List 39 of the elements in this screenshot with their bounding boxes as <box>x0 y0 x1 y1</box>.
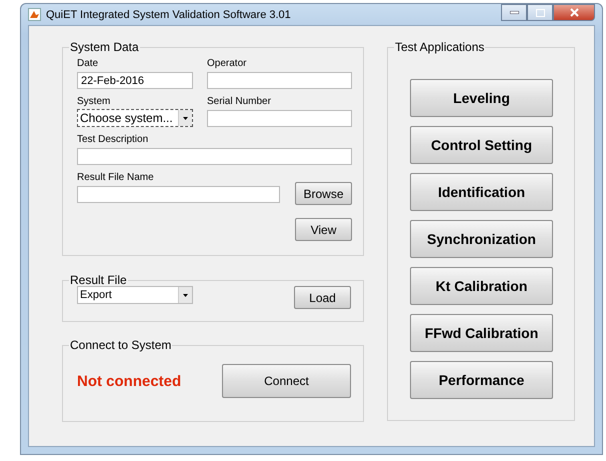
close-icon <box>570 8 578 17</box>
load-button[interactable]: Load <box>294 286 351 309</box>
test-application-button[interactable]: Synchronization <box>410 220 553 258</box>
field-label: Date <box>77 58 100 70</box>
panel-title: Test Applications <box>394 40 486 54</box>
connection-status: Not connected <box>77 372 182 390</box>
field-label: System <box>77 96 112 108</box>
dropdown-arrow-icon <box>183 294 188 296</box>
system-dropdown[interactable]: Choose system... <box>77 109 193 127</box>
date-field[interactable]: 22-Feb-2016 <box>77 72 193 89</box>
serial-number-field[interactable] <box>207 110 352 127</box>
field-label: Serial Number <box>207 96 272 108</box>
test-application-button[interactable]: Kt Calibration <box>410 267 553 305</box>
test-description-field[interactable] <box>77 148 352 165</box>
view-button[interactable]: View <box>295 218 352 241</box>
operator-field[interactable] <box>207 72 352 89</box>
result-file-dropdown[interactable]: Export <box>77 286 193 304</box>
field-label: Result File Name <box>77 172 155 184</box>
result-file-name-field[interactable] <box>77 186 280 203</box>
panel-title: Result File <box>69 273 128 287</box>
panel-title: System Data <box>69 40 140 54</box>
close-button[interactable] <box>553 4 595 21</box>
browse-button[interactable]: Browse <box>295 182 352 205</box>
app-icon <box>28 8 41 21</box>
panel-title: Connect to System <box>69 338 172 352</box>
test-application-button[interactable]: Performance <box>410 361 553 399</box>
dropdown-arrow-icon <box>183 116 188 120</box>
connect-button[interactable]: Connect <box>222 364 351 398</box>
test-application-button[interactable]: FFwd Calibration <box>410 314 553 352</box>
window-title: QuiET Integrated System Validation Software 3.01 <box>46 8 291 20</box>
minimize-icon <box>510 11 518 14</box>
minimize-button[interactable] <box>501 4 527 21</box>
test-application-button[interactable]: Identification <box>410 173 553 211</box>
maximize-button[interactable] <box>527 4 553 21</box>
field-label: Operator <box>207 58 248 70</box>
maximize-icon <box>536 8 544 16</box>
field-label: Test Description <box>77 134 150 146</box>
test-application-button[interactable]: Control Setting <box>410 126 553 164</box>
test-application-button[interactable]: Leveling <box>410 79 553 117</box>
